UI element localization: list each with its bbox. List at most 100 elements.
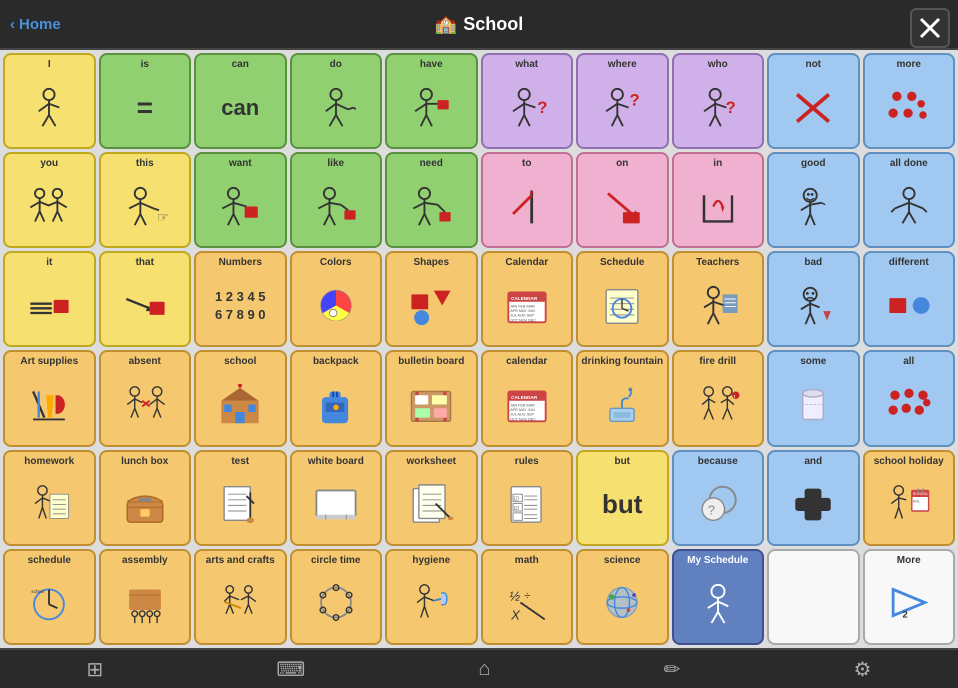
cell-test[interactable]: test: [194, 450, 287, 546]
cell-label: bulletin board: [398, 356, 464, 367]
cell-icon: but: [580, 467, 665, 542]
cell-art-supplies[interactable]: Art supplies: [3, 350, 96, 446]
cell-icon: [198, 367, 283, 442]
cell-what[interactable]: what ?: [481, 53, 574, 149]
cell-drinking-fountain[interactable]: drinking fountain: [576, 350, 669, 446]
cell-label: have: [420, 59, 443, 70]
cell-but[interactable]: but but: [576, 450, 669, 546]
cell-lunch-box[interactable]: lunch box: [99, 450, 192, 546]
cell-label: Calendar: [505, 257, 548, 268]
cell-more[interactable]: more: [863, 53, 956, 149]
cell-different[interactable]: different: [863, 251, 956, 347]
svg-text:JAN FEB MAR: JAN FEB MAR: [510, 304, 535, 308]
cell-my-schedule[interactable]: My Schedule: [672, 549, 765, 645]
cell-all-done[interactable]: all done: [863, 152, 956, 248]
keyboard-icon[interactable]: ⌨: [260, 653, 321, 686]
cell-in[interactable]: in: [672, 152, 765, 248]
cell-label: backpack: [313, 356, 359, 367]
cell-icon: can: [198, 70, 283, 145]
home-label: Home: [19, 16, 61, 33]
cell-label: Art supplies: [20, 356, 78, 367]
cell-good[interactable]: good: [767, 152, 860, 248]
cell-is[interactable]: is =: [99, 53, 192, 149]
cell-calendar[interactable]: Calendar CALENDAR JAN FEB MAR APR MAY JU…: [481, 251, 574, 347]
cell-and[interactable]: and: [767, 450, 860, 546]
cell-circle-time[interactable]: circle time: [290, 549, 383, 645]
cell-icon: [198, 566, 283, 641]
cell-who[interactable]: who ?: [672, 53, 765, 149]
cell-label: More: [897, 555, 921, 566]
cell-calendar2[interactable]: calendar CALENDAR JAN FEB MAR APR MAY JU…: [481, 350, 574, 446]
cell-icon: [7, 70, 92, 145]
svg-text:X: X: [510, 608, 521, 623]
cell-label: Colors: [320, 257, 352, 268]
cell-rules[interactable]: rules ☑ ☑: [481, 450, 574, 546]
bottom-bar: ⊞ ⌨ ⌂ ✏ ⚙: [0, 648, 958, 688]
cell-absent[interactable]: absent: [99, 350, 192, 446]
cell-bulletin-board[interactable]: bulletin board: [385, 350, 478, 446]
cell-backpack[interactable]: backpack: [290, 350, 383, 446]
cell-label: assembly: [122, 555, 168, 566]
cell-worksheet[interactable]: worksheet: [385, 450, 478, 546]
cell-because[interactable]: because ?: [672, 450, 765, 546]
cell-fire-drill[interactable]: fire drill !: [672, 350, 765, 446]
cell-have[interactable]: have: [385, 53, 478, 149]
cell-icon: [7, 467, 92, 542]
cell-where[interactable]: where ?: [576, 53, 669, 149]
cell-want[interactable]: want: [194, 152, 287, 248]
cell-school[interactable]: school: [194, 350, 287, 446]
cell-label: to: [522, 158, 531, 169]
cell-science[interactable]: science: [576, 549, 669, 645]
cell-it[interactable]: it: [3, 251, 96, 347]
cell-numbers[interactable]: Numbers 1 2 3 4 56 7 8 9 0: [194, 251, 287, 347]
cell-icon: [294, 169, 379, 244]
cell-some[interactable]: some: [767, 350, 860, 446]
cell-need[interactable]: need: [385, 152, 478, 248]
close-button[interactable]: [910, 8, 950, 48]
cell-teachers[interactable]: Teachers: [672, 251, 765, 347]
cell-label: need: [420, 158, 443, 169]
home-button[interactable]: ‹ Home: [10, 16, 61, 33]
svg-text:?: ?: [630, 90, 640, 109]
cell-white-board[interactable]: white board: [290, 450, 383, 546]
cell-to[interactable]: to: [481, 152, 574, 248]
cell-homework[interactable]: homework: [3, 450, 96, 546]
settings-icon[interactable]: ⚙: [837, 653, 887, 686]
home-icon[interactable]: ⌂: [462, 654, 506, 685]
cell-label: test: [231, 456, 249, 467]
cell-can[interactable]: can can: [194, 53, 287, 149]
cell-label: worksheet: [407, 456, 456, 467]
symbol-grid: I is = can can do: [0, 50, 958, 648]
cell-label: what: [515, 59, 538, 70]
cell-label: this: [136, 158, 154, 169]
svg-text:CALENDAR: CALENDAR: [511, 395, 538, 400]
cell-math[interactable]: math ½ ÷ X: [481, 549, 574, 645]
cell-school-holiday[interactable]: school holiday SCHOOL HOL: [863, 450, 956, 546]
cell-I[interactable]: I: [3, 53, 96, 149]
cell-colors[interactable]: Colors: [290, 251, 383, 347]
cell-label: homework: [24, 456, 74, 467]
cell-this[interactable]: this ☞: [99, 152, 192, 248]
cell-icon: [7, 169, 92, 244]
cell-bad[interactable]: bad: [767, 251, 860, 347]
cell-icon: [294, 70, 379, 145]
cell-do[interactable]: do: [290, 53, 383, 149]
cell-more[interactable]: More 2: [863, 549, 956, 645]
cell-schedule[interactable]: Schedule: [576, 251, 669, 347]
cell-hygiene[interactable]: hygiene: [385, 549, 478, 645]
cell-assembly[interactable]: assembly: [99, 549, 192, 645]
cell-like[interactable]: like: [290, 152, 383, 248]
cell-icon: [389, 268, 474, 343]
cell-icon: [771, 467, 856, 542]
cell-schedule2[interactable]: schedule sched: [3, 549, 96, 645]
pencil-icon[interactable]: ✏: [648, 653, 697, 686]
cell-arts-crafts[interactable]: arts and crafts: [194, 549, 287, 645]
grid-icon[interactable]: ⊞: [71, 653, 120, 686]
cell-shapes[interactable]: Shapes: [385, 251, 478, 347]
cell-not[interactable]: not: [767, 53, 860, 149]
cell-all[interactable]: all: [863, 350, 956, 446]
cell-that[interactable]: that: [99, 251, 192, 347]
cell-on[interactable]: on: [576, 152, 669, 248]
cell-you[interactable]: you: [3, 152, 96, 248]
cell-icon: [771, 268, 856, 343]
